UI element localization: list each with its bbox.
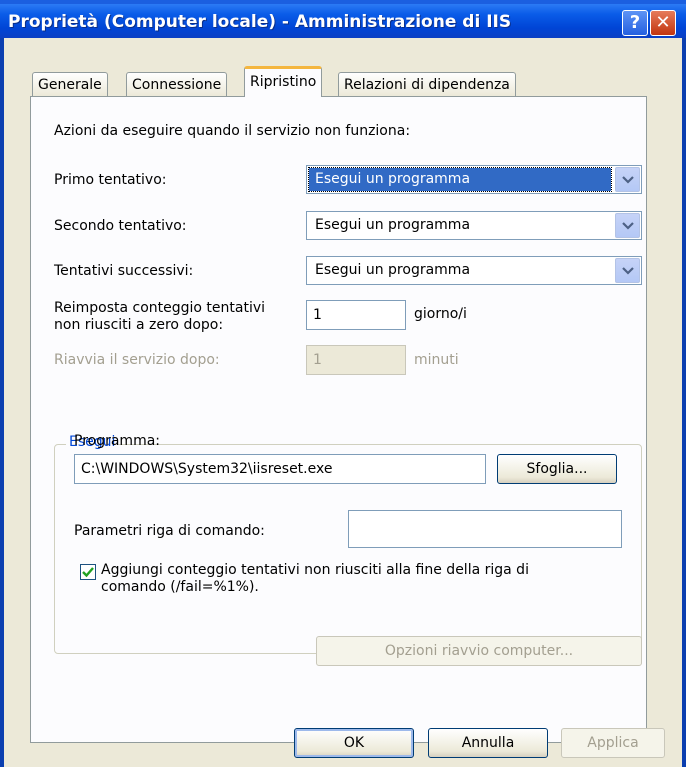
- dialog-client-area: Generale Connessione Ripristino Relazion…: [4, 38, 682, 767]
- restart-service-input[interactable]: 1: [306, 345, 406, 375]
- subsequent-failures-label: Tentativi successivi:: [54, 263, 194, 279]
- close-button[interactable]: ✕: [650, 10, 676, 36]
- reset-count-label-line2: non riusciti a zero dopo:: [54, 317, 224, 333]
- first-failure-value: Esegui un programma: [308, 167, 612, 192]
- program-path-input[interactable]: C:\WINDOWS\System32\iisreset.exe: [74, 454, 486, 484]
- ok-button[interactable]: OK: [294, 728, 414, 758]
- append-fail-count-label-line2: comando (/fail=%1%).: [101, 579, 259, 595]
- params-input[interactable]: [348, 510, 622, 548]
- chevron-down-icon[interactable]: [615, 258, 640, 283]
- first-failure-label: Primo tentativo:: [54, 172, 167, 188]
- params-label: Parametri riga di comando:: [74, 523, 265, 539]
- append-fail-count-checkbox[interactable]: [80, 564, 96, 580]
- restart-service-label: Riavvia il servizio dopo:: [54, 352, 220, 368]
- browse-button[interactable]: Sfoglia...: [497, 454, 617, 484]
- restart-options-button[interactable]: Opzioni riavvio computer...: [316, 636, 642, 666]
- failure-actions-heading: Azioni da eseguire quando il servizio no…: [54, 123, 411, 139]
- tab-connessione[interactable]: Connessione: [126, 72, 228, 96]
- program-label: Programma:: [74, 433, 161, 449]
- tab-generale[interactable]: Generale: [32, 72, 108, 96]
- reset-count-input[interactable]: 1: [306, 300, 406, 330]
- window-title: Proprietà (Computer locale) - Amministra…: [8, 12, 512, 32]
- chevron-down-icon[interactable]: [615, 167, 640, 192]
- title-bar[interactable]: Proprietà (Computer locale) - Amministra…: [0, 0, 686, 38]
- second-failure-label: Secondo tentativo:: [54, 218, 187, 234]
- second-failure-value: Esegui un programma: [315, 217, 471, 233]
- help-button[interactable]: ?: [622, 10, 648, 36]
- subsequent-failures-value: Esegui un programma: [315, 262, 471, 278]
- subsequent-failures-select[interactable]: Esegui un programma: [306, 256, 642, 285]
- restart-service-unit: minuti: [414, 352, 459, 368]
- chevron-down-icon[interactable]: [615, 213, 640, 238]
- tab-relazioni-dipendenza[interactable]: Relazioni di dipendenza: [338, 72, 516, 96]
- cancel-button[interactable]: Annulla: [428, 728, 548, 758]
- second-failure-select[interactable]: Esegui un programma: [306, 211, 642, 240]
- checkmark-icon: [82, 567, 94, 578]
- tab-ripristino[interactable]: Ripristino: [244, 66, 323, 97]
- apply-button[interactable]: Applica: [561, 728, 665, 758]
- first-failure-select[interactable]: Esegui un programma: [306, 165, 642, 194]
- reset-count-label-line1: Reimposta conteggio tentativi: [54, 300, 266, 316]
- reset-count-unit: giorno/i: [414, 306, 467, 322]
- append-fail-count-label-line1: Aggiungi conteggio tentativi non riuscit…: [101, 562, 529, 578]
- properties-dialog: Proprietà (Computer locale) - Amministra…: [0, 0, 686, 767]
